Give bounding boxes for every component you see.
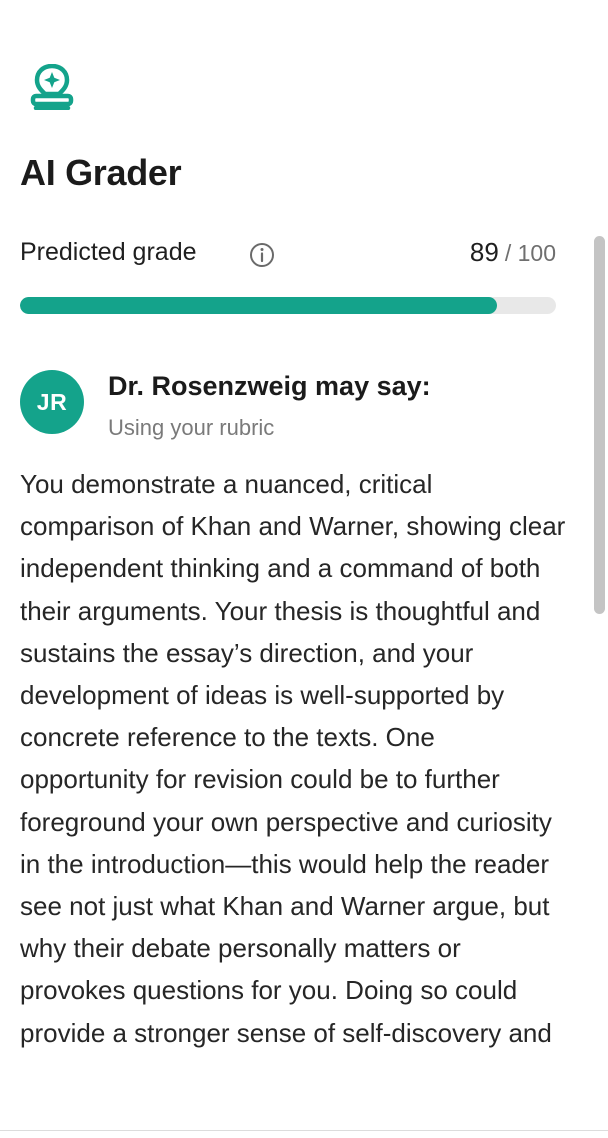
grade-score: 89 (469, 237, 499, 267)
predicted-grade-row: Predicted grade 89/ 100 (20, 234, 556, 274)
feedback-text: You demonstrate a nuanced, critical comp… (20, 469, 566, 1048)
page-title: AI Grader (20, 152, 182, 193)
grade-value: 89/ 100 (470, 237, 556, 268)
stamp-sparkle-icon (30, 63, 74, 111)
avatar: JR (20, 370, 84, 434)
scrollbar-thumb[interactable] (594, 236, 605, 614)
grade-progress-bar (20, 297, 556, 314)
avatar-initials: JR (36, 388, 68, 415)
grade-max: / 100 (504, 240, 556, 266)
ai-grader-panel: AI Grader Predicted grade 89/ 100 JR Dr.… (0, 0, 592, 1130)
bottom-divider (0, 1130, 608, 1131)
info-icon[interactable] (249, 242, 275, 268)
grader-subtitle: Using your rubric (108, 415, 275, 440)
predicted-grade-label: Predicted grade (20, 238, 197, 266)
grader-name: Dr. Rosenzweig may say: (108, 371, 431, 401)
grade-progress-fill (20, 297, 498, 314)
